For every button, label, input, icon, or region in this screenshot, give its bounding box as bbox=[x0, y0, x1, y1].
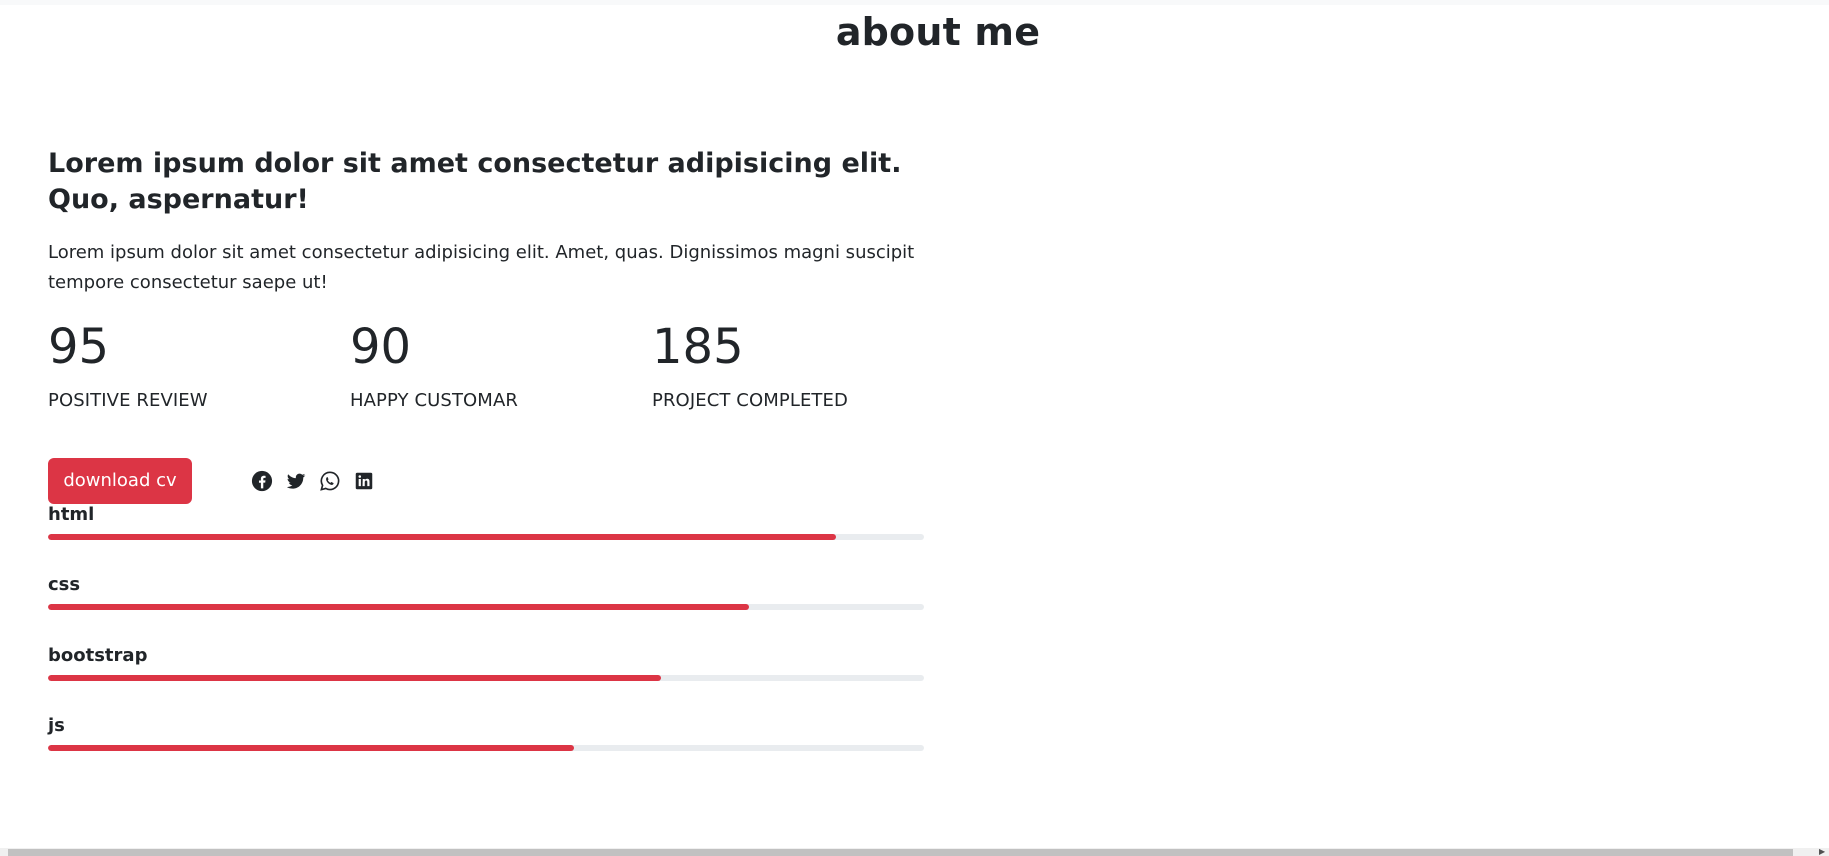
facebook-icon[interactable] bbox=[251, 470, 273, 492]
download-cv-button[interactable]: download cv bbox=[48, 458, 192, 504]
skill-name: js bbox=[48, 715, 65, 736]
about-headline: Lorem ipsum dolor sit amet consectetur a… bbox=[48, 148, 902, 215]
top-strip bbox=[0, 0, 1829, 5]
skill-progress-fill bbox=[48, 534, 837, 540]
stat-positive-review: 95 POSITIVE REVIEW bbox=[48, 319, 208, 413]
stat-value: 185 bbox=[652, 319, 744, 375]
stat-happy-customer: 90 HAPPY CUSTOMAR bbox=[350, 319, 518, 413]
skill-progress-track bbox=[48, 604, 924, 610]
horizontal-scrollbar[interactable]: ▶ bbox=[0, 848, 1829, 856]
skill-progress-fill bbox=[48, 604, 749, 610]
skill-name: bootstrap bbox=[48, 645, 148, 666]
skill-progress-track bbox=[48, 534, 924, 540]
skill-item-css: css bbox=[48, 574, 924, 614]
skill-progress-fill bbox=[48, 675, 662, 681]
skill-progress-track bbox=[48, 745, 924, 751]
stat-project-completed: 185 PROJECT COMPLETED bbox=[652, 319, 848, 413]
scroll-right-arrow-icon[interactable]: ▶ bbox=[1819, 848, 1827, 856]
stat-label: POSITIVE REVIEW bbox=[48, 390, 208, 411]
skill-progress-track bbox=[48, 675, 924, 681]
whatsapp-icon[interactable] bbox=[319, 470, 341, 492]
twitter-icon[interactable] bbox=[285, 470, 307, 492]
skill-progress-fill bbox=[48, 745, 574, 751]
stat-label: HAPPY CUSTOMAR bbox=[350, 390, 518, 411]
stat-label: PROJECT COMPLETED bbox=[652, 390, 848, 411]
about-section: Lorem ipsum dolor sit amet consectetur a… bbox=[48, 146, 924, 751]
skill-item-js: js bbox=[48, 715, 924, 755]
skill-item-bootstrap: bootstrap bbox=[48, 645, 924, 685]
skill-name: css bbox=[48, 574, 81, 595]
page-title: about me bbox=[835, 10, 1041, 54]
skill-name: html bbox=[48, 504, 95, 525]
stat-value: 90 bbox=[350, 319, 412, 375]
scrollbar-thumb[interactable] bbox=[8, 849, 1793, 856]
linkedin-icon[interactable] bbox=[353, 470, 375, 492]
skill-item-html: html bbox=[48, 504, 924, 544]
stat-value: 95 bbox=[48, 319, 110, 375]
about-intro: Lorem ipsum dolor sit amet consectetur a… bbox=[48, 242, 915, 293]
